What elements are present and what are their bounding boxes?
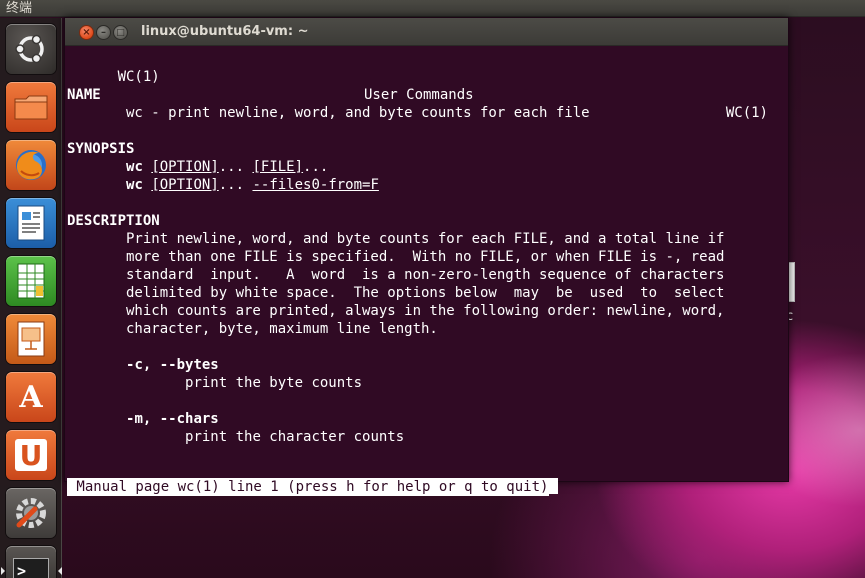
folder-icon bbox=[14, 95, 48, 120]
launcher-calc[interactable] bbox=[6, 256, 56, 306]
option-flag: -m, --chars bbox=[126, 411, 219, 427]
section-heading-description: DESCRIPTION bbox=[67, 213, 160, 229]
minimize-button[interactable]: – bbox=[96, 25, 111, 40]
terminal-window[interactable]: × – □ linux@ubuntu64-vm: ~ WC(1) User Co… bbox=[64, 17, 789, 496]
synopsis-arg: [FILE] bbox=[252, 159, 304, 175]
option-flag-line: -c, --bytes bbox=[67, 356, 219, 374]
settings-wrench-icon bbox=[16, 498, 46, 528]
top-panel: 终端 bbox=[0, 0, 865, 17]
launcher-system-settings[interactable] bbox=[6, 488, 56, 538]
synopsis-arg: --files0-from=F bbox=[252, 177, 379, 193]
description-line: delimited by white space. The options be… bbox=[67, 285, 725, 301]
synopsis-command: wc bbox=[126, 159, 143, 175]
close-button[interactable]: × bbox=[79, 25, 94, 40]
launcher-terminal[interactable]: >_ bbox=[6, 546, 56, 578]
maximize-button[interactable]: □ bbox=[113, 25, 128, 40]
cursor bbox=[549, 478, 558, 496]
description-line: which counts are printed, always in the … bbox=[67, 303, 725, 319]
option-flag: -c, --bytes bbox=[126, 357, 219, 373]
terminal-content[interactable]: WC(1) User Commands WC(1) NAME wc - prin… bbox=[67, 50, 787, 496]
writer-document-icon bbox=[17, 205, 45, 241]
launcher-dash-home[interactable] bbox=[6, 24, 56, 74]
firefox-icon bbox=[16, 150, 46, 180]
window-titlebar[interactable]: × – □ linux@ubuntu64-vm: ~ bbox=[65, 18, 788, 46]
ubuntu-one-icon: U bbox=[15, 439, 47, 472]
software-center-icon: A bbox=[19, 379, 43, 415]
focused-indicator bbox=[58, 567, 62, 575]
synopsis-line: wc [OPTION]... [FILE]... bbox=[126, 159, 329, 175]
launcher-writer[interactable] bbox=[6, 198, 56, 248]
option-description: print the byte counts bbox=[185, 375, 363, 391]
section-heading-synopsis: SYNOPSIS bbox=[67, 141, 135, 157]
running-indicator bbox=[1, 567, 5, 575]
description-line: standard input. A word is a non-zero-len… bbox=[67, 267, 725, 283]
synopsis-arg: [OPTION] bbox=[151, 159, 219, 175]
ubuntu-logo-icon bbox=[15, 34, 44, 64]
section-heading-name: NAME bbox=[67, 87, 101, 103]
man-header-right: WC(1) bbox=[725, 105, 768, 121]
synopsis-command: wc bbox=[126, 177, 143, 193]
launcher: A U >_ bbox=[0, 18, 62, 578]
maximize-icon: □ bbox=[116, 27, 125, 38]
launcher-firefox[interactable] bbox=[6, 140, 56, 190]
description-line: Print newline, word, and byte counts for… bbox=[67, 231, 725, 247]
option-flag-line: -m, --chars bbox=[67, 410, 219, 428]
option-desc-line: print the character counts bbox=[67, 428, 404, 446]
synopsis-line: wc [OPTION]... --files0-from=F bbox=[126, 177, 379, 193]
launcher-files[interactable] bbox=[6, 82, 56, 132]
close-icon: × bbox=[82, 26, 91, 38]
launcher-software-center[interactable]: A bbox=[6, 372, 56, 422]
launcher-ubuntu-one[interactable]: U bbox=[6, 430, 56, 480]
description-line: character, byte, maximum line length. bbox=[67, 321, 438, 337]
pager-status-line: Manual page wc(1) line 1 (press h for he… bbox=[67, 478, 550, 496]
description-line: more than one FILE is specified. With no… bbox=[67, 249, 725, 265]
synopsis-arg: [OPTION] bbox=[151, 177, 219, 193]
top-panel-title: 终端 bbox=[6, 1, 33, 16]
option-description: print the character counts bbox=[185, 429, 405, 445]
calc-spreadsheet-icon bbox=[17, 263, 45, 299]
minimize-icon: – bbox=[101, 26, 106, 38]
name-text: wc - print newline, word, and byte count… bbox=[67, 105, 590, 121]
man-header-left: WC(1) bbox=[117, 69, 160, 85]
terminal-icon: >_ bbox=[13, 558, 49, 578]
man-header-center: User Commands bbox=[364, 87, 474, 103]
impress-presentation-icon bbox=[17, 321, 45, 357]
window-title: linux@ubuntu64-vm: ~ bbox=[141, 24, 309, 39]
pager-status-text: Manual page wc(1) line 1 (press h for he… bbox=[68, 479, 549, 495]
option-desc-line: print the byte counts bbox=[67, 374, 362, 392]
man-header: WC(1) User Commands WC(1) bbox=[67, 50, 787, 121]
launcher-impress[interactable] bbox=[6, 314, 56, 364]
